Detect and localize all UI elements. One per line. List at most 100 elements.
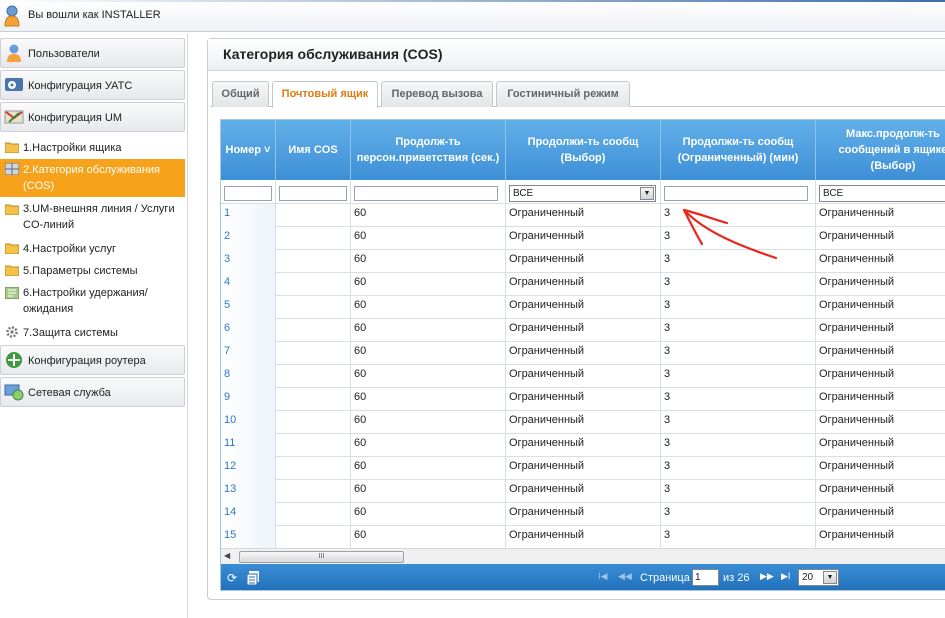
tab-call-transfer[interactable]: Перевод вызова (381, 81, 493, 107)
sidebar-item-service-settings[interactable]: 4.Настройки услуг (0, 238, 185, 258)
cell-max-length: Ограниченный (816, 342, 945, 365)
cell-message-limited: 3 (661, 365, 816, 388)
sidebar-item-um-external-line[interactable]: 3.UM-внешняя линия / Услуги CO-линий (0, 199, 185, 235)
filter-cos-name-input[interactable] (279, 186, 347, 201)
sidebar-item-hold-settings[interactable]: 6.Настройки удержания/ожидания (0, 284, 185, 320)
cell-message-choice: Ограниченный (506, 227, 661, 250)
cell-number[interactable]: 3 (221, 250, 276, 273)
grid-header: Номер ˅ Имя COS Продолж-ть персон.привет… (221, 120, 945, 180)
cell-message-choice: Ограниченный (506, 480, 661, 503)
table-row[interactable]: 10 60 Ограниченный 3 Ограниченный (221, 411, 945, 434)
last-page-icon[interactable]: ▶I (781, 571, 790, 582)
user-icon (4, 5, 20, 27)
sidebar-section-network-service[interactable]: Сетевая служба (0, 377, 185, 407)
cell-cos-name (276, 204, 351, 227)
refresh-icon[interactable]: ⟳ (227, 571, 241, 585)
filter-cell: ВСЕ (816, 180, 945, 204)
table-row[interactable]: 5 60 Ограниченный 3 Ограниченный (221, 296, 945, 319)
table-row[interactable]: 15 60 Ограниченный 3 Ограниченный (221, 526, 945, 549)
chevron-down-icon[interactable]: ▼ (823, 571, 837, 584)
table-row[interactable]: 4 60 Ограниченный 3 Ограниченный (221, 273, 945, 296)
sidebar-item-label: 2.Категория обслуживания (COS) (23, 164, 161, 192)
sidebar-item-system-params[interactable]: 5.Параметры системы (0, 260, 185, 280)
sidebar-section-label: Конфигурация УАТС (28, 80, 133, 92)
table-row[interactable]: 7 60 Ограниченный 3 Ограниченный (221, 342, 945, 365)
column-header-message-length-limited[interactable]: Продолжи-ть сообщ (Ограниченный) (мин) (661, 120, 816, 180)
table-row[interactable]: 3 60 Ограниченный 3 Ограниченный (221, 250, 945, 273)
page-size-select[interactable]: 20 ▼ (798, 569, 839, 586)
cell-greeting-length: 60 (351, 434, 506, 457)
cell-message-choice: Ограниченный (506, 204, 661, 227)
sidebar-item-label: 7.Защита системы (23, 327, 118, 339)
sidebar-section-pbx-config[interactable]: Конфигурация УАТС (0, 70, 185, 100)
column-header-number[interactable]: Номер ˅ (221, 120, 276, 180)
cell-number[interactable]: 1 (221, 204, 276, 227)
chevron-down-icon[interactable]: ▼ (640, 187, 654, 200)
tab-hotel-mode[interactable]: Гостиничный режим (496, 81, 630, 107)
sidebar-item-system-protection[interactable]: 7.Защита системы (0, 322, 185, 342)
filter-number-input[interactable] (224, 186, 272, 201)
cell-number[interactable]: 2 (221, 227, 276, 250)
table-row[interactable]: 11 60 Ограниченный 3 Ограниченный (221, 434, 945, 457)
cell-number[interactable]: 15 (221, 526, 276, 549)
cell-number[interactable]: 8 (221, 365, 276, 388)
cell-cos-name (276, 319, 351, 342)
login-status: Вы вошли как INSTALLER (28, 9, 161, 21)
first-page-icon[interactable]: I◀ (598, 571, 607, 582)
filter-message-limited-input[interactable] (664, 186, 808, 201)
cell-number[interactable]: 13 (221, 480, 276, 503)
gear-icon (6, 326, 18, 338)
filter-max-length-select[interactable]: ВСЕ (819, 185, 945, 202)
columns-icon[interactable] (247, 571, 261, 585)
tab-mailbox[interactable]: Почтовый ящик (272, 81, 378, 108)
next-page-icon[interactable]: ▶▶ (760, 571, 774, 582)
table-row[interactable]: 6 60 Ограниченный 3 Ограниченный (221, 319, 945, 342)
table-row[interactable]: 9 60 Ограниченный 3 Ограниченный (221, 388, 945, 411)
table-row[interactable]: 14 60 Ограниченный 3 Ограниченный (221, 503, 945, 526)
tab-general[interactable]: Общий (212, 81, 269, 107)
filter-cell (351, 180, 506, 204)
page-number-input[interactable]: 1 (692, 569, 719, 586)
cell-cos-name (276, 296, 351, 319)
sidebar-section-um-config[interactable]: Конфигурация UM (0, 102, 185, 132)
sidebar: Пользователи Конфигурация УАТС Конфигура… (0, 34, 188, 618)
cell-cos-name (276, 411, 351, 434)
cell-number[interactable]: 14 (221, 503, 276, 526)
sidebar-section-users[interactable]: Пользователи (0, 38, 185, 68)
cell-number[interactable]: 9 (221, 388, 276, 411)
filter-message-choice-select[interactable]: ВСЕ ▼ (509, 185, 656, 202)
cell-number[interactable]: 11 (221, 434, 276, 457)
cell-max-length: Ограниченный (816, 365, 945, 388)
cell-number[interactable]: 10 (221, 411, 276, 434)
table-row[interactable]: 1 60 Ограниченный 3 Ограниченный (221, 204, 945, 227)
sidebar-section-router-config[interactable]: Конфигурация роутера (0, 345, 185, 375)
horizontal-scrollbar[interactable]: ◀ III (221, 548, 945, 564)
cell-cos-name (276, 250, 351, 273)
prev-page-icon[interactable]: ◀◀ (618, 571, 632, 582)
cell-greeting-length: 60 (351, 273, 506, 296)
cell-number[interactable]: 12 (221, 457, 276, 480)
column-header-max-mailbox-length[interactable]: Макс.продолж-ть сообщений в ящике (Выбор… (816, 120, 945, 180)
table-row[interactable]: 2 60 Ограниченный 3 Ограниченный (221, 227, 945, 250)
cell-cos-name (276, 227, 351, 250)
sidebar-item-cos[interactable]: 2.Категория обслуживания (COS) (0, 159, 185, 197)
cell-cos-name (276, 457, 351, 480)
table-row[interactable]: 13 60 Ограниченный 3 Ограниченный (221, 480, 945, 503)
table-row[interactable]: 12 60 Ограниченный 3 Ограниченный (221, 457, 945, 480)
cell-number[interactable]: 7 (221, 342, 276, 365)
scroll-left-icon[interactable]: ◀ (224, 551, 230, 560)
column-header-message-length-choice[interactable]: Продолжи-ть сообщ (Выбор) (506, 120, 661, 180)
filter-greeting-input[interactable] (354, 186, 498, 201)
sidebar-section-label: Конфигурация UM (28, 112, 122, 124)
table-row[interactable]: 8 60 Ограниченный 3 Ограниченный (221, 365, 945, 388)
cell-max-length: Ограниченный (816, 250, 945, 273)
column-header-cos-name[interactable]: Имя COS (276, 120, 351, 180)
cell-number[interactable]: 4 (221, 273, 276, 296)
cell-number[interactable]: 6 (221, 319, 276, 342)
column-header-greeting-length[interactable]: Продолж-ть персон.приветствия (сек.) (351, 120, 506, 180)
cell-max-length: Ограниченный (816, 434, 945, 457)
cell-number[interactable]: 5 (221, 296, 276, 319)
hold-icon (5, 287, 19, 299)
sidebar-item-mailbox-settings[interactable]: 1.Настройки ящика (0, 137, 185, 157)
scrollbar-thumb[interactable]: III (239, 551, 404, 563)
